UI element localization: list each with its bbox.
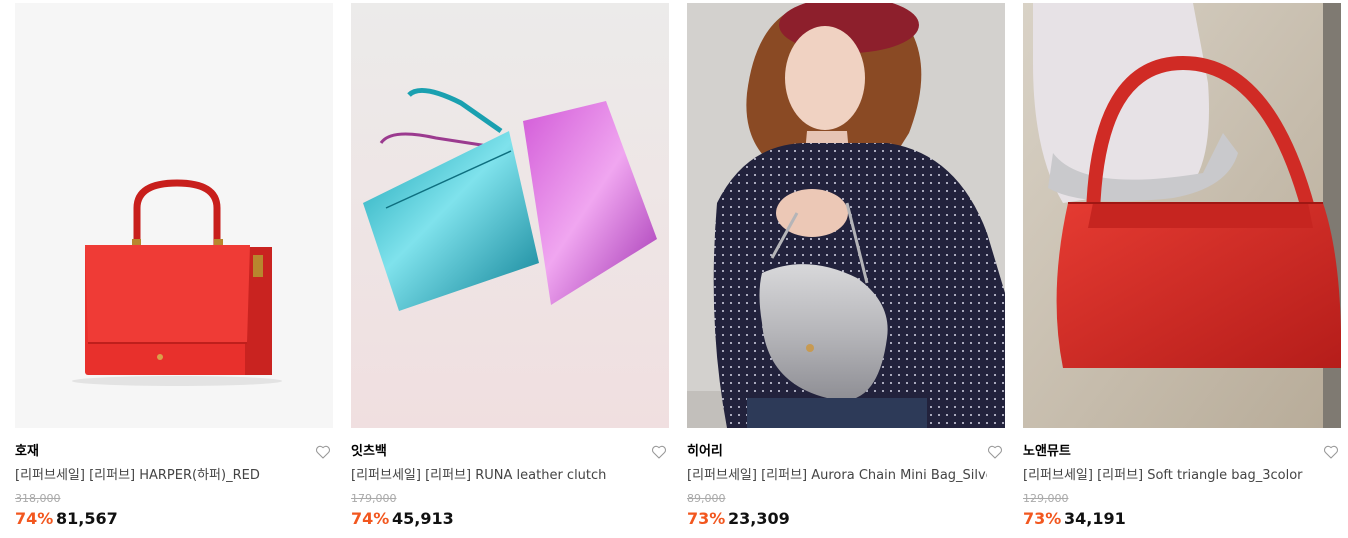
product-title[interactable]: [리퍼브세일] [리퍼브] Aurora Chain Mini Bag_Silv…	[687, 467, 987, 485]
heart-outline-icon[interactable]	[1323, 444, 1339, 460]
product-image-link[interactable]	[1023, 3, 1341, 428]
heart-outline-icon[interactable]	[651, 444, 667, 460]
heart-outline-icon[interactable]	[987, 444, 1003, 460]
product-image-link[interactable]	[687, 3, 1005, 428]
sale-price: 81,567	[56, 509, 118, 528]
discount-rate: 74%	[351, 509, 390, 528]
brand-name[interactable]: 잇츠백	[351, 443, 387, 461]
red-structured-handbag-image	[15, 3, 333, 428]
product-title[interactable]: [리퍼브세일] [리퍼브] RUNA leather clutch	[351, 467, 651, 485]
discount-rate: 73%	[1023, 509, 1062, 528]
sale-price: 23,309	[728, 509, 790, 528]
product-card[interactable]: 호재 [리퍼브세일] [리퍼브] HARPER(하퍼)_RED 318,000 …	[15, 3, 333, 538]
discount-rate: 74%	[15, 509, 54, 528]
product-card[interactable]: 히어리 [리퍼브세일] [리퍼브] Aurora Chain Mini Bag_…	[687, 3, 1005, 538]
product-title[interactable]: [리퍼브세일] [리퍼브] HARPER(하퍼)_RED	[15, 467, 315, 485]
product-grid: 호재 [리퍼브세일] [리퍼브] HARPER(하퍼)_RED 318,000 …	[15, 3, 1341, 538]
original-price: 89,000	[687, 492, 726, 505]
metallic-clutch-bags-image	[351, 3, 669, 428]
product-card[interactable]: 노앤뮤트 [리퍼브세일] [리퍼브] Soft triangle bag_3co…	[1023, 3, 1341, 538]
original-price: 129,000	[1023, 492, 1069, 505]
sale-price: 34,191	[1064, 509, 1126, 528]
product-image-link[interactable]	[351, 3, 669, 428]
sale-price: 45,913	[392, 509, 454, 528]
original-price: 179,000	[351, 492, 397, 505]
discount-rate: 73%	[687, 509, 726, 528]
brand-name[interactable]: 호재	[15, 443, 39, 461]
brand-name[interactable]: 노앤뮤트	[1023, 443, 1071, 461]
model-with-silver-bag-image	[687, 3, 1005, 428]
red-shoulder-bag-image	[1023, 3, 1341, 428]
product-title[interactable]: [리퍼브세일] [리퍼브] Soft triangle bag_3color	[1023, 467, 1323, 485]
product-image-link[interactable]	[15, 3, 333, 428]
brand-name[interactable]: 히어리	[687, 443, 723, 461]
original-price: 318,000	[15, 492, 61, 505]
product-card[interactable]: 잇츠백 [리퍼브세일] [리퍼브] RUNA leather clutch 17…	[351, 3, 669, 538]
heart-outline-icon[interactable]	[315, 444, 331, 460]
